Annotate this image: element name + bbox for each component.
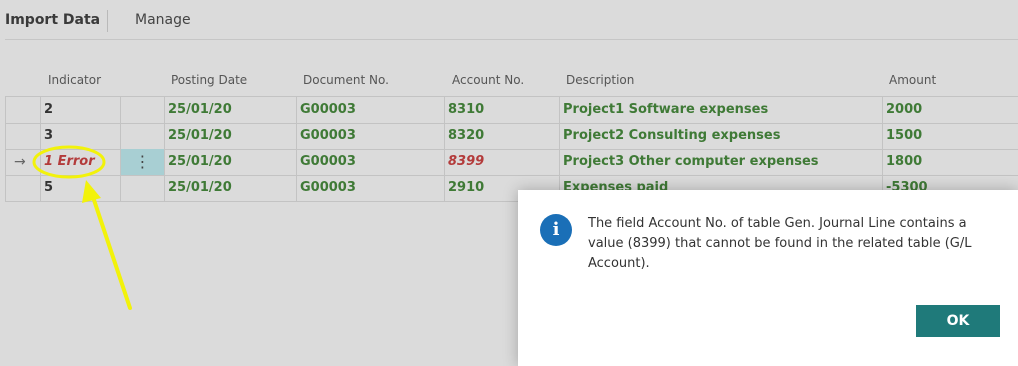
row-action-cell[interactable] (121, 123, 165, 149)
column-header-indicator[interactable]: Indicator (48, 73, 101, 87)
document-no-cell[interactable]: G00003 (297, 97, 445, 123)
indicator-cell[interactable]: 3 (41, 123, 121, 149)
dialog-message: The field Account No. of table Gen. Jour… (588, 216, 972, 271)
amount-cell[interactable]: 2000 (883, 97, 1018, 123)
column-header-description[interactable]: Description (566, 73, 634, 87)
indicator-cell[interactable]: 5 (41, 175, 121, 201)
posting-date-cell[interactable]: 25/01/20 (165, 97, 297, 123)
amount-cell[interactable]: 1500 (883, 123, 1018, 149)
account-no-cell[interactable]: 8320 (445, 123, 560, 149)
description-cell[interactable]: Project2 Consulting expenses (560, 123, 883, 149)
column-header-amount[interactable]: Amount (889, 73, 936, 87)
row-selector[interactable] (5, 123, 41, 149)
document-no-cell[interactable]: G00003 (297, 149, 445, 175)
row-action-cell[interactable] (121, 175, 165, 201)
document-no-cell[interactable]: G00003 (297, 175, 445, 201)
description-cell[interactable]: Project3 Other computer expenses (560, 149, 883, 175)
manage-action[interactable]: Manage (135, 12, 191, 28)
import-data-action[interactable]: Import Data (5, 12, 100, 28)
toolbar-separator (107, 10, 108, 32)
error-indicator-cell[interactable]: 1 Error (41, 149, 121, 175)
account-no-cell[interactable]: 8310 (445, 97, 560, 123)
error-dialog: i The field Account No. of table Gen. Jo… (518, 190, 1018, 366)
column-header-document-no[interactable]: Document No. (303, 73, 389, 87)
posting-date-cell[interactable]: 25/01/20 (165, 149, 297, 175)
row-selector[interactable] (5, 175, 41, 201)
current-row-arrow-icon[interactable]: → (5, 149, 41, 175)
toolbar-divider (5, 39, 1018, 40)
annotation-arrow-shaft (90, 192, 132, 310)
posting-date-cell[interactable]: 25/01/20 (165, 123, 297, 149)
amount-cell[interactable]: 1800 (883, 149, 1018, 175)
column-header-posting-date[interactable]: Posting Date (171, 73, 247, 87)
posting-date-cell[interactable]: 25/01/20 (165, 175, 297, 201)
account-no-cell-error[interactable]: 8399 (445, 149, 560, 175)
description-cell[interactable]: Project1 Software expenses (560, 97, 883, 123)
indicator-cell[interactable]: 2 (41, 97, 121, 123)
table-row[interactable]: 2 25/01/20 G00003 8310 Project1 Software… (5, 97, 1018, 124)
column-header-account-no[interactable]: Account No. (452, 73, 524, 87)
row-actions-ellipsis-icon[interactable]: ⋮ (121, 149, 165, 175)
ok-button[interactable]: OK (916, 305, 1000, 337)
row-selector[interactable] (5, 97, 41, 123)
row-action-cell[interactable] (121, 97, 165, 123)
action-bar: Import Data Manage (0, 0, 1018, 40)
table-row[interactable]: 3 25/01/20 G00003 8320 Project2 Consulti… (5, 123, 1018, 150)
document-no-cell[interactable]: G00003 (297, 123, 445, 149)
table-row-error[interactable]: → 1 Error ⋮ 25/01/20 G00003 8399 Project… (5, 149, 1018, 176)
info-icon: i (540, 214, 572, 246)
